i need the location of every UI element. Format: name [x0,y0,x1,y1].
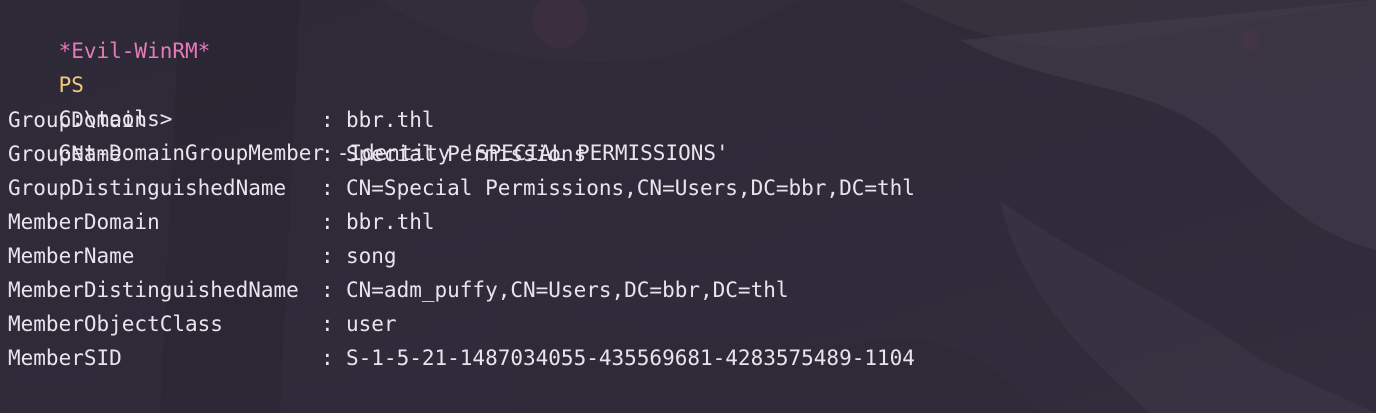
output-separator: : [321,142,334,166]
output-value: bbr.thl [346,108,435,132]
output-separator: : [321,312,334,336]
prompt-shell-name: *Evil-WinRM* [58,39,211,63]
output-key: MemberDistinguishedName [8,278,299,302]
prompt-ps-label: PS [58,73,84,97]
output-key: MemberObjectClass [8,312,223,336]
output-key: MemberName [8,244,135,268]
terminal-output[interactable]: *Evil-WinRM* PS C:\tools> Get-DomainGrou… [8,0,1376,413]
output-key: GroupDistinguishedName [8,176,287,200]
output-value: CN=Special Permissions,CN=Users,DC=bbr,D… [346,176,915,200]
output-value: S-1-5-21-1487034055-435569681-4283575489… [346,346,915,370]
output-value: CN=adm_puffy,CN=Users,DC=bbr,DC=thl [346,278,789,302]
output-value: Special Permissions [346,142,587,166]
output-separator: : [321,108,334,132]
output-key: MemberSID [8,346,122,370]
output-value: song [346,244,397,268]
output-key: MemberDomain [8,210,160,234]
output-separator: : [321,278,334,302]
output-separator: : [321,346,334,370]
output-separator: : [321,176,334,200]
output-separator: : [321,210,334,234]
prompt-line: *Evil-WinRM* PS C:\tools> Get-DomainGrou… [8,0,729,165]
output-value: bbr.thl [346,210,435,234]
output-value: user [346,312,397,336]
output-key: GroupDomain [8,108,148,132]
output-separator: : [321,244,334,268]
output-key: GroupName [8,142,122,166]
